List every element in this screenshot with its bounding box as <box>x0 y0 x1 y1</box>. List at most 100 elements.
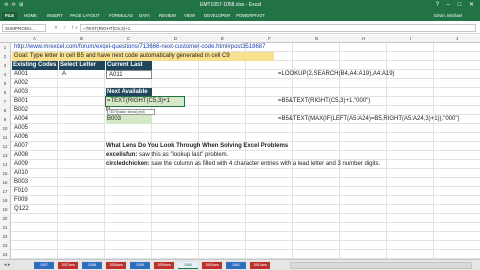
column-header[interactable]: G <box>293 36 340 41</box>
row-header[interactable]: 5 <box>0 79 10 88</box>
row-header[interactable]: 19 <box>0 205 10 214</box>
goal-cell[interactable]: Goal: Type letter in cell B5 and have ne… <box>12 52 274 61</box>
sheet-tab-1061ans[interactable]: 1061ans <box>250 262 270 269</box>
tab-insert[interactable]: INSERT <box>47 13 63 18</box>
sheet-tab-label: 1058ans <box>109 263 123 267</box>
row-header[interactable]: 1 <box>0 43 10 52</box>
ribbon-tabs: FILE HOME INSERT PAGE LAYOUT FORMULAS DA… <box>0 11 480 21</box>
row-header[interactable]: 9 <box>0 115 10 124</box>
active-formula-cell[interactable]: =TEXT(RIGHT(C5,3)+1 <box>105 96 185 107</box>
column-header[interactable]: I <box>387 36 434 41</box>
row-header[interactable]: 16 <box>0 178 10 187</box>
code-cell[interactable]: A004 <box>14 115 28 124</box>
row-header[interactable]: 10 <box>0 124 10 133</box>
tab-page-layout[interactable]: PAGE LAYOUT <box>70 13 100 18</box>
code-cell[interactable]: A010 <box>14 169 28 178</box>
formula-buttons[interactable]: ✕ ✓ fx <box>54 25 80 31</box>
column-header[interactable]: J <box>434 36 480 41</box>
tab-home[interactable]: HOME <box>24 13 37 18</box>
sheet-tab-1058[interactable]: 1058 <box>82 262 102 269</box>
tab-developer[interactable]: DEVELOPER <box>204 13 230 18</box>
formula-max-if-text: =B5&TEXT(MAX(IF(LEFT(A5:A24)=B5,RIGHT(A5… <box>278 116 460 122</box>
column-header[interactable]: H <box>340 36 387 41</box>
tab-review[interactable]: REVIEW <box>159 13 176 18</box>
code-cell[interactable]: A009 <box>14 160 28 169</box>
row-header[interactable]: 3 <box>0 61 10 70</box>
row-header[interactable]: 17 <box>0 187 10 196</box>
lens-question[interactable]: What Lens Do You Look Through When Solvi… <box>106 142 288 151</box>
header-existing-codes[interactable]: Existing Codes <box>12 61 58 70</box>
row-header[interactable]: 23 <box>0 241 10 250</box>
row-header[interactable]: 12 <box>0 142 10 151</box>
code-cell[interactable]: B003 <box>14 178 28 187</box>
sheet-tab-1060-active[interactable]: 1060 <box>178 262 198 269</box>
header-current-last[interactable]: Current Last <box>106 61 152 70</box>
sheet-tab-1059ans[interactable]: 1059ans <box>154 262 174 269</box>
code-cell[interactable]: A007 <box>14 142 28 151</box>
row-header[interactable]: 15 <box>0 169 10 178</box>
url-cell[interactable]: http://www.mrexcel.com/forum/excel-quest… <box>14 43 265 52</box>
row-header[interactable]: 13 <box>0 151 10 160</box>
sheet-tab-1060ans[interactable]: 1060ans <box>202 262 222 269</box>
header-select-letter[interactable]: Select Letter <box>59 61 105 70</box>
code-cell[interactable]: A002 <box>14 79 28 88</box>
column-header[interactable]: F <box>246 36 293 41</box>
select-letter-value[interactable]: A <box>62 70 66 79</box>
name-box[interactable]: SUMPRODU... <box>2 24 46 32</box>
sheet-tab-label: 1060ans <box>205 263 219 267</box>
code-cell[interactable]: Q122 <box>14 205 29 214</box>
circledchicken-note[interactable]: circledchicken: saw the column as filled… <box>106 160 380 169</box>
sheet-tab-label: 1059 <box>136 263 144 267</box>
formula-input[interactable]: =TEXT(RIGHT(C5,3)+1 <box>80 24 476 32</box>
column-header[interactable]: B <box>58 36 105 41</box>
horizontal-scrollbar[interactable] <box>290 262 472 269</box>
row-header[interactable]: 6 <box>0 88 10 97</box>
row-header[interactable]: 4 <box>0 70 10 79</box>
sheet-tab-1057[interactable]: 1057 <box>34 262 54 269</box>
sheet-tab-1058ans[interactable]: 1058ans <box>106 262 126 269</box>
window-controls[interactable]: ? – □ ✕ <box>436 1 477 8</box>
row-header[interactable]: 21 <box>0 223 10 232</box>
window-title: EMT1057-1058.xlsx - Excel <box>200 2 262 8</box>
row-header[interactable]: 2 <box>0 52 10 61</box>
sheet-tab-1059[interactable]: 1059 <box>130 262 150 269</box>
tab-formulas[interactable]: FORMULAS <box>109 13 133 18</box>
row-header[interactable]: 7 <box>0 97 10 106</box>
row-header[interactable]: 24 <box>0 250 10 259</box>
sheet-tab-1057ans[interactable]: 1057ans <box>58 262 78 269</box>
tab-view[interactable]: VIEW <box>184 13 195 18</box>
code-cell[interactable]: A005 <box>14 124 28 133</box>
code-cell[interactable]: B001 <box>14 97 28 106</box>
code-cell[interactable]: A008 <box>14 151 28 160</box>
tab-scroll-arrows[interactable]: ◂ ▸ <box>4 262 10 268</box>
tab-powerpivot[interactable]: POWERPIVOT <box>236 13 265 18</box>
code-cell[interactable]: A003 <box>14 88 28 97</box>
column-header[interactable]: D <box>152 36 199 41</box>
column-header[interactable]: C <box>105 36 152 41</box>
tab-data[interactable]: DATA <box>139 13 150 18</box>
user-name[interactable]: Girvin, Michael <box>434 13 462 18</box>
current-last-value[interactable]: A011 <box>106 70 152 79</box>
code-cell[interactable]: A006 <box>14 133 28 142</box>
code-cell[interactable]: B002 <box>14 106 28 115</box>
row-header[interactable]: 22 <box>0 232 10 241</box>
sheet-tab-1061[interactable]: 1061 <box>226 262 246 269</box>
title-bar: ⟲ ⟳ ⊞ EMT1057-1058.xlsx - Excel ? – □ ✕ <box>0 0 480 11</box>
excelisfun-note[interactable]: excelisfun: saw this as "lookup last" pr… <box>106 151 228 160</box>
quick-access-toolbar[interactable]: ⟲ ⟳ ⊞ <box>4 2 24 8</box>
code-cell[interactable]: A001 <box>14 70 28 79</box>
next-code-value[interactable]: B003 <box>106 115 152 124</box>
next-available-header[interactable]: Next Available <box>106 88 152 97</box>
row-header[interactable]: 8 <box>0 106 10 115</box>
formula-lookup-text: =LOOKUP(2,SEARCH(B4,A4:A19),A4:A19) <box>278 71 395 77</box>
file-tab[interactable]: FILE <box>2 12 17 20</box>
row-header[interactable]: 20 <box>0 214 10 223</box>
row-header[interactable]: 18 <box>0 196 10 205</box>
row-header[interactable]: 14 <box>0 160 10 169</box>
column-header[interactable]: E <box>199 36 246 41</box>
worksheet-grid[interactable] <box>11 43 480 259</box>
row-header[interactable]: 11 <box>0 133 10 142</box>
code-cell[interactable]: F010 <box>14 187 28 196</box>
code-cell[interactable]: F009 <box>14 196 28 205</box>
column-header[interactable]: A <box>11 36 58 41</box>
